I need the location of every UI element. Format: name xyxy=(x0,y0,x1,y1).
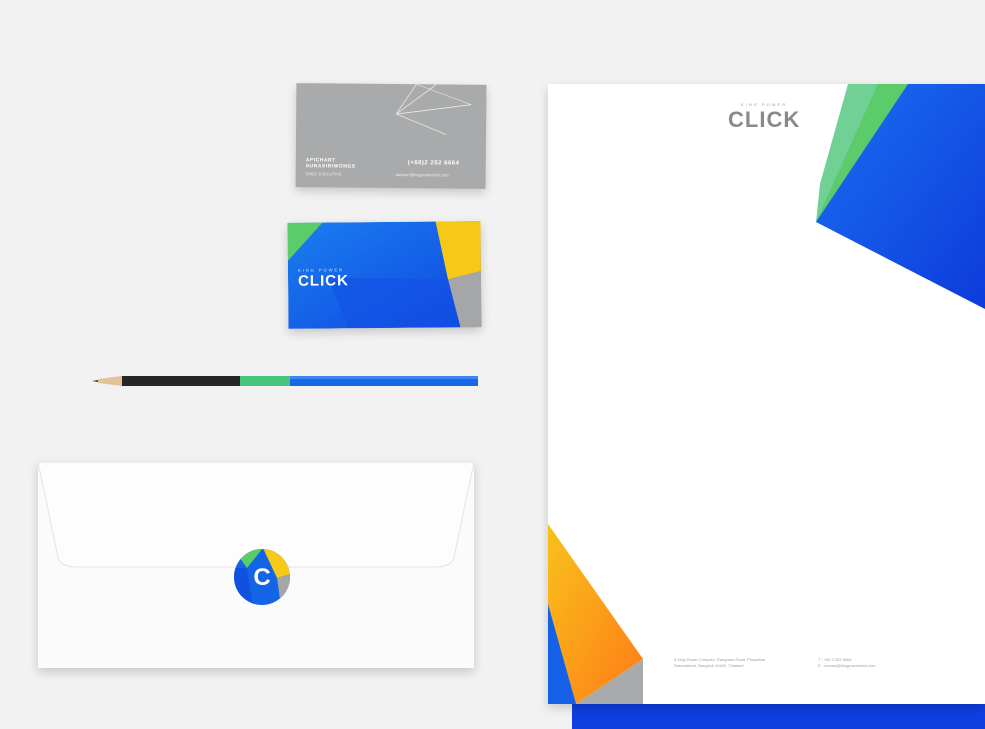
card-brand-logo: KING POWER CLICK xyxy=(297,267,349,290)
business-card-back: APICHART SURASIRIWONGS CHIEF EXECUTIVE (… xyxy=(295,83,487,189)
card-person-title: CHIEF EXECUTIVE xyxy=(305,171,342,177)
envelope-logo-seal: C xyxy=(234,549,290,605)
envelope-logo-letter: C xyxy=(253,564,270,591)
letterhead-contact: T : +66 2 252 6664 E : contact@kingpower… xyxy=(818,657,876,668)
pencil xyxy=(92,376,478,386)
letterhead-brand-logo: KING POWER CLICK xyxy=(728,102,801,132)
card-phone: (+66)2 252 6664 xyxy=(407,160,460,167)
letterhead-address: 8 King Power Complex, Rangnam Road, Phay… xyxy=(674,657,765,668)
letterhead-paper: KING POWER CLICK 8 King Power Complex, R… xyxy=(548,84,985,704)
letterhead-underlay xyxy=(572,700,985,729)
business-card-front: KING POWER CLICK xyxy=(287,221,482,329)
card-person-name: APICHART SURASIRIWONGS xyxy=(305,157,356,170)
card-email: apichart@kingpowerclick.com xyxy=(395,172,449,178)
letterhead-geometric-art xyxy=(548,84,985,704)
